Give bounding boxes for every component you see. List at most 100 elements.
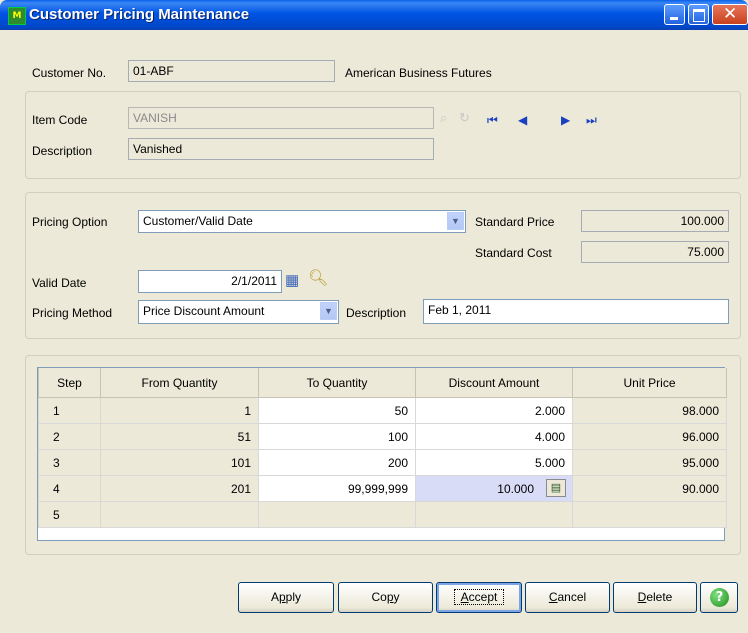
pricing-option-select[interactable]: Customer/Valid Date ▼ [138,210,466,233]
unit-price-cell [572,501,727,528]
table-row[interactable]: 1 1 50 2.000 98.000 [38,397,727,424]
step-cell: 1 [38,397,101,424]
table-row[interactable]: 5 [38,501,727,528]
copy-button[interactable]: Copy [338,582,433,613]
refresh-icon[interactable]: ↻ [459,110,470,126]
help-button[interactable]: ? [700,582,738,613]
discount-amount-cell[interactable] [415,501,573,528]
delete-label-post: elete [646,590,673,604]
copy-label-hotkey: p [386,590,394,604]
valid-date-field[interactable]: 2/1/2011 [138,270,282,293]
unit-price-cell: 96.000 [572,423,727,450]
to-quantity-cell[interactable]: 50 [258,397,416,424]
apply-label-pre: A [270,590,279,604]
price-break-grid[interactable]: Step From Quantity To Quantity Discount … [37,367,727,541]
accept-button[interactable]: Accept [436,582,522,613]
maximize-icon [693,9,705,22]
copy-label-pre: Co [371,590,387,604]
customer-name: American Business Futures [345,66,492,80]
minimize-icon [670,17,678,20]
previous-record-button[interactable]: ◀ [518,113,527,127]
title-bar[interactable]: M Customer Pricing Maintenance ✕ [0,0,748,30]
customer-no-field: 01-ABF [128,60,335,82]
to-quantity-cell[interactable]: 100 [258,423,416,450]
column-header-unit-price[interactable]: Unit Price [572,368,727,398]
customer-no-label: Customer No. [32,66,107,80]
to-quantity-cell[interactable] [258,501,416,528]
delete-label-hotkey: D [637,590,647,604]
from-quantity-cell: 101 [100,449,259,476]
calculator-icon[interactable]: ▤ [546,479,566,497]
pricing-option-value: Customer/Valid Date [143,214,253,228]
to-quantity-cell[interactable]: 200 [258,449,416,476]
step-cell: 4 [38,475,101,502]
close-icon: ✕ [723,4,738,24]
minimize-button[interactable] [664,4,685,25]
column-header-to-quantity[interactable]: To Quantity [258,368,416,398]
discount-amount-cell-selected[interactable]: 10.000 ▤ [415,475,573,502]
unit-price-cell: 95.000 [572,449,727,476]
pricing-description-field[interactable]: Feb 1, 2011 [423,299,729,324]
search-date-icon[interactable]: 🔍︎ [308,268,328,288]
pricing-method-value: Price Discount Amount [143,304,265,318]
standard-cost-label: Standard Cost [475,246,552,260]
valid-date-label: Valid Date [32,276,87,290]
item-description-label: Description [32,144,93,158]
item-group [25,91,741,179]
help-icon: ? [710,588,729,607]
from-quantity-cell [100,501,259,528]
first-record-button[interactable]: ⏮ [487,113,498,128]
item-code-field[interactable]: VANISH [128,107,434,129]
from-quantity-cell: 201 [100,475,259,502]
maximize-button[interactable] [688,4,709,25]
step-cell: 2 [38,423,101,450]
window-title: Customer Pricing Maintenance [29,6,250,23]
discount-amount-value: 10.000 [497,481,534,496]
customer-pricing-window: M Customer Pricing Maintenance ✕ Custome… [0,0,748,633]
apply-label-post: ply [285,590,302,604]
accept-focus-rect: Accept [453,589,505,605]
from-quantity-cell: 1 [100,397,259,424]
standard-price-field: 100.000 [581,210,729,232]
grid-header-row: Step From Quantity To Quantity Discount … [38,368,727,398]
table-row[interactable]: 4 201 99,999,999 10.000 ▤ 90.000 [38,475,727,502]
lookup-icon[interactable]: ⌕ [440,110,447,126]
cancel-button[interactable]: Cancel [525,582,610,613]
next-record-button[interactable]: ▶ [561,113,570,127]
column-header-from-quantity[interactable]: From Quantity [100,368,259,398]
unit-price-cell: 98.000 [572,397,727,424]
item-description-field: Vanished [128,138,434,160]
discount-amount-cell[interactable]: 2.000 [415,397,573,424]
chevron-down-icon[interactable]: ▼ [320,302,337,320]
last-record-button[interactable]: ⏭ [586,113,597,128]
table-row[interactable]: 2 51 100 4.000 96.000 [38,423,727,450]
accept-label-hotkey: A [460,590,469,604]
table-row[interactable]: 3 101 200 5.000 95.000 [38,449,727,476]
discount-amount-cell[interactable]: 5.000 [415,449,573,476]
close-button[interactable]: ✕ [712,4,748,25]
column-header-step[interactable]: Step [38,368,101,398]
delete-button[interactable]: Delete [613,582,697,613]
standard-price-label: Standard Price [475,215,555,229]
pricing-method-select[interactable]: Price Discount Amount ▼ [138,300,339,324]
step-cell: 5 [38,501,101,528]
step-cell: 3 [38,449,101,476]
discount-amount-cell[interactable]: 4.000 [415,423,573,450]
chevron-down-icon[interactable]: ▼ [447,212,464,230]
column-header-discount-amount[interactable]: Discount Amount [415,368,573,398]
from-quantity-cell: 51 [100,423,259,450]
unit-price-cell: 90.000 [572,475,727,502]
calendar-icon[interactable]: ▦ [285,271,299,289]
pricing-option-label: Pricing Option [32,215,108,229]
accept-label-post: ccept [468,590,498,604]
pricing-method-label: Pricing Method [32,306,113,320]
copy-label-post: y [393,590,400,604]
pricing-description-label: Description [346,306,407,320]
standard-cost-field: 75.000 [581,241,729,263]
item-code-label: Item Code [32,113,88,127]
cancel-label-post: ancel [557,590,587,604]
apply-label-hotkey: p [278,590,286,604]
apply-button[interactable]: Apply [238,582,334,613]
app-icon: M [8,7,26,25]
to-quantity-cell[interactable]: 99,999,999 [258,475,416,502]
